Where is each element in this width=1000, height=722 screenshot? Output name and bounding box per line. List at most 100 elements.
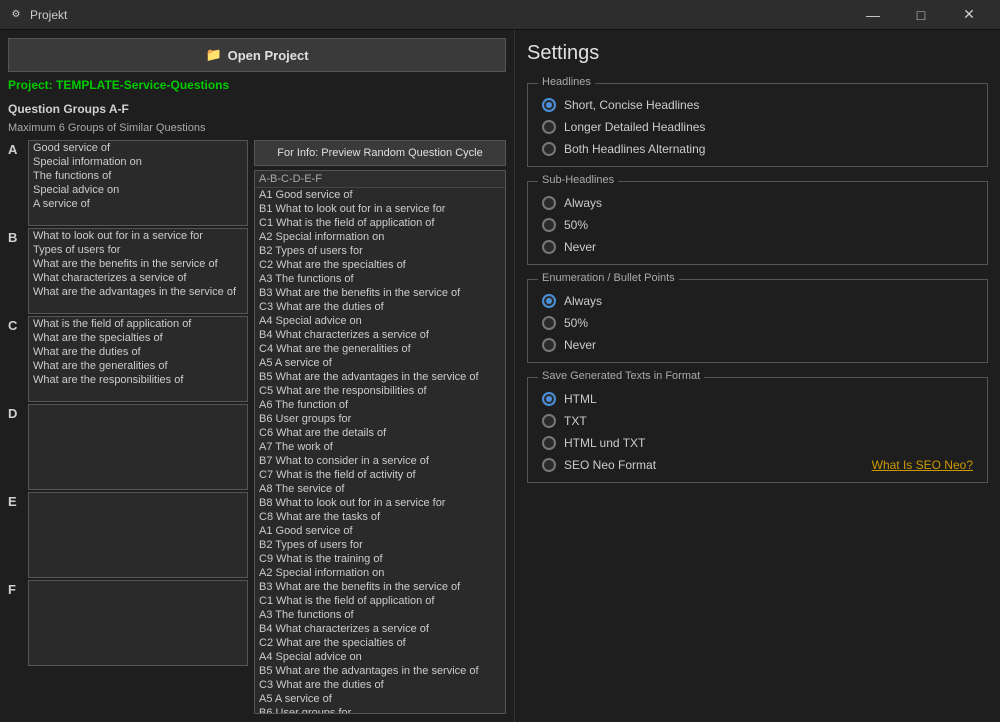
- list-item[interactable]: What are the specialties of: [29, 331, 247, 345]
- bullets-group-label: Enumeration / Bullet Points: [538, 272, 679, 284]
- list-item[interactable]: C3 What are the duties of: [255, 300, 505, 314]
- list-item[interactable]: B2 Types of users for: [255, 538, 505, 552]
- list-item[interactable]: Types of users for: [29, 243, 247, 257]
- open-project-label: Open Project: [228, 48, 309, 63]
- list-item[interactable]: C9 What is the training of: [255, 552, 505, 566]
- group-label-e: E: [8, 492, 24, 509]
- list-item[interactable]: C8 What are the tasks of: [255, 510, 505, 524]
- maximize-button[interactable]: □: [898, 0, 944, 30]
- list-item[interactable]: C2 What are the specialties of: [255, 258, 505, 272]
- list-item[interactable]: What are the responsibilities of: [29, 373, 247, 387]
- group-listbox-c[interactable]: What is the field of application ofWhat …: [28, 316, 248, 402]
- list-item[interactable]: B6 User groups for: [255, 706, 505, 714]
- list-item[interactable]: A3 The functions of: [255, 608, 505, 622]
- list-item[interactable]: A1 Good service of: [255, 188, 505, 202]
- radio-circle: [542, 196, 556, 210]
- list-item[interactable]: A3 The functions of: [255, 272, 505, 286]
- list-item[interactable]: B3 What are the benefits in the service …: [255, 580, 505, 594]
- titlebar-left: ⚙ Projekt: [8, 7, 67, 23]
- list-item[interactable]: C6 What are the details of: [255, 426, 505, 440]
- list-item[interactable]: What are the benefits in the service of: [29, 257, 247, 271]
- radio-circle: [542, 294, 556, 308]
- open-project-button[interactable]: 📁 Open Project: [8, 38, 506, 72]
- radio-label: Always: [564, 294, 602, 308]
- radio-label: HTML und TXT: [564, 436, 645, 450]
- list-item[interactable]: C1 What is the field of application of: [255, 216, 505, 230]
- list-item[interactable]: B4 What characterizes a service of: [255, 328, 505, 342]
- list-item[interactable]: A6 The function of: [255, 398, 505, 412]
- preview-button[interactable]: For Info: Preview Random Question Cycle: [254, 140, 506, 166]
- right-panel: Settings Headlines Short, Concise Headli…: [515, 30, 1000, 722]
- radio-item[interactable]: Never: [542, 338, 973, 352]
- seo-neo-link[interactable]: What Is SEO Neo?: [872, 458, 973, 472]
- headlines-group: Headlines Short, Concise HeadlinesLonger…: [527, 83, 988, 167]
- list-item[interactable]: What are the advantages in the service o…: [29, 285, 247, 299]
- list-item[interactable]: What characterizes a service of: [29, 271, 247, 285]
- radio-label: Never: [564, 240, 596, 254]
- radio-circle: [542, 98, 556, 112]
- group-listbox-d[interactable]: [28, 404, 248, 490]
- list-item[interactable]: A4 Special advice on: [255, 314, 505, 328]
- big-listbox[interactable]: A-B-C-D-E-F A1 Good service ofB1 What to…: [254, 170, 506, 714]
- save-format-group-label: Save Generated Texts in Format: [538, 370, 704, 382]
- app-body: 📁 Open Project Project: TEMPLATE-Service…: [0, 30, 1000, 722]
- list-item[interactable]: C7 What is the field of activity of: [255, 468, 505, 482]
- radio-item[interactable]: HTML: [542, 392, 973, 406]
- group-item-a: AGood service ofSpecial information onTh…: [8, 140, 248, 226]
- list-item[interactable]: C4 What are the generalities of: [255, 342, 505, 356]
- group-listbox-e[interactable]: [28, 492, 248, 578]
- titlebar: ⚙ Projekt — □ ✕: [0, 0, 1000, 30]
- list-item[interactable]: Good service of: [29, 141, 247, 155]
- list-item[interactable]: A7 The work of: [255, 440, 505, 454]
- list-item[interactable]: The functions of: [29, 169, 247, 183]
- list-item[interactable]: B5 What are the advantages in the servic…: [255, 370, 505, 384]
- list-item[interactable]: B8 What to look out for in a service for: [255, 496, 505, 510]
- list-item[interactable]: C2 What are the specialties of: [255, 636, 505, 650]
- list-item[interactable]: A2 Special information on: [255, 566, 505, 580]
- list-item[interactable]: C3 What are the duties of: [255, 678, 505, 692]
- list-item[interactable]: What is the field of application of: [29, 317, 247, 331]
- radio-item[interactable]: Never: [542, 240, 973, 254]
- list-item[interactable]: What are the duties of: [29, 345, 247, 359]
- titlebar-title: Projekt: [30, 8, 67, 22]
- group-listbox-f[interactable]: [28, 580, 248, 666]
- list-item[interactable]: A8 The service of: [255, 482, 505, 496]
- radio-item[interactable]: Short, Concise Headlines: [542, 98, 973, 112]
- radio-item[interactable]: HTML und TXT: [542, 436, 973, 450]
- radio-item[interactable]: 50%: [542, 218, 973, 232]
- radio-item[interactable]: SEO Neo FormatWhat Is SEO Neo?: [542, 458, 973, 472]
- list-item[interactable]: A2 Special information on: [255, 230, 505, 244]
- list-item[interactable]: What are the generalities of: [29, 359, 247, 373]
- list-item[interactable]: What to look out for in a service for: [29, 229, 247, 243]
- radio-item[interactable]: Always: [542, 294, 973, 308]
- list-item[interactable]: B2 Types of users for: [255, 244, 505, 258]
- radio-item[interactable]: Always: [542, 196, 973, 210]
- list-item[interactable]: A5 A service of: [255, 356, 505, 370]
- list-item[interactable]: A service of: [29, 197, 247, 211]
- list-item[interactable]: Special advice on: [29, 183, 247, 197]
- list-item[interactable]: B7 What to consider in a service of: [255, 454, 505, 468]
- content-area: AGood service ofSpecial information onTh…: [8, 140, 506, 714]
- list-item[interactable]: B3 What are the benefits in the service …: [255, 286, 505, 300]
- list-item[interactable]: C5 What are the responsibilities of: [255, 384, 505, 398]
- list-item[interactable]: A5 A service of: [255, 692, 505, 706]
- group-label-b: B: [8, 228, 24, 245]
- close-button[interactable]: ✕: [946, 0, 992, 30]
- group-listbox-b[interactable]: What to look out for in a service forTyp…: [28, 228, 248, 314]
- list-item[interactable]: A1 Good service of: [255, 524, 505, 538]
- settings-title: Settings: [527, 42, 988, 65]
- list-item[interactable]: Special information on: [29, 155, 247, 169]
- radio-item[interactable]: TXT: [542, 414, 973, 428]
- radio-item[interactable]: Longer Detailed Headlines: [542, 120, 973, 134]
- list-item[interactable]: B1 What to look out for in a service for: [255, 202, 505, 216]
- group-listbox-a[interactable]: Good service ofSpecial information onThe…: [28, 140, 248, 226]
- radio-item[interactable]: 50%: [542, 316, 973, 330]
- list-item[interactable]: C1 What is the field of application of: [255, 594, 505, 608]
- radio-item[interactable]: Both Headlines Alternating: [542, 142, 973, 156]
- list-item[interactable]: B6 User groups for: [255, 412, 505, 426]
- minimize-button[interactable]: —: [850, 0, 896, 30]
- list-item[interactable]: A4 Special advice on: [255, 650, 505, 664]
- list-item[interactable]: B4 What characterizes a service of: [255, 622, 505, 636]
- radio-circle: [542, 142, 556, 156]
- list-item[interactable]: B5 What are the advantages in the servic…: [255, 664, 505, 678]
